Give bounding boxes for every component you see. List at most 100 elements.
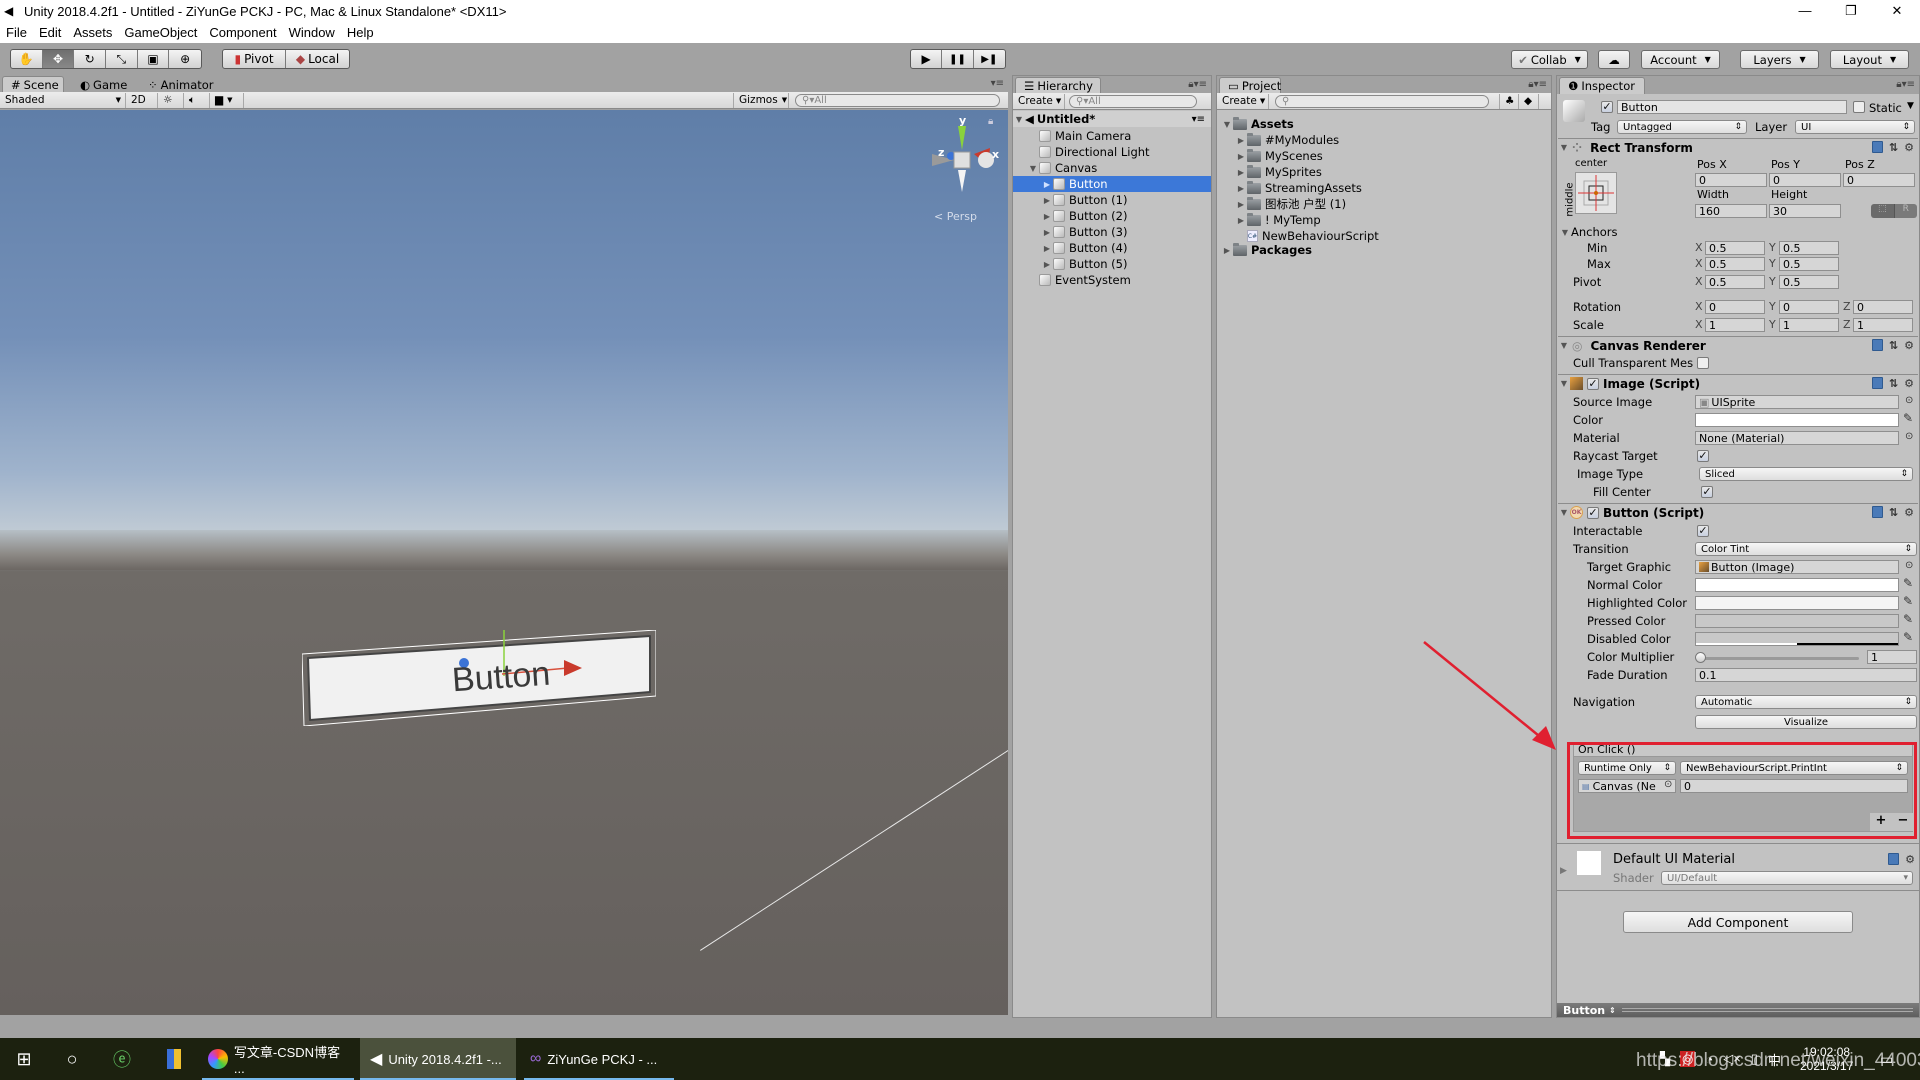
pivot-x-input[interactable]: 0.5 bbox=[1705, 275, 1765, 289]
image-header[interactable]: ▼ ✓ Image (Script) ⇅ ⚙ bbox=[1558, 374, 1918, 392]
hierarchy-search-input[interactable]: ⚲▾ All bbox=[1069, 94, 1197, 108]
pos-z-input[interactable]: 0 bbox=[1843, 173, 1915, 187]
tab-game[interactable]: ◐ Game bbox=[72, 76, 138, 93]
scene-root-row[interactable]: ▼ ◀ Untitled* ▾≡ bbox=[1013, 111, 1211, 127]
preset-icon[interactable]: ⇅ bbox=[1889, 141, 1898, 154]
interactable-checkbox[interactable]: ✓ bbox=[1697, 525, 1709, 537]
scene-viewport[interactable]: y x z 🔒︎ < Persp Button bbox=[0, 110, 1008, 1015]
expand-arrow-icon[interactable]: ▶ bbox=[1235, 152, 1247, 161]
hierarchy-item[interactable]: Directional Light bbox=[1013, 144, 1211, 160]
gear-icon[interactable]: ⚙ bbox=[1905, 853, 1915, 866]
material-field[interactable]: None (Material) bbox=[1695, 431, 1899, 445]
project-create-button[interactable]: Create ▼ bbox=[1217, 93, 1269, 109]
menu-assets[interactable]: Assets bbox=[73, 25, 112, 40]
collapse-arrow-icon[interactable]: ▼ bbox=[1558, 341, 1570, 350]
packages-row[interactable]: ▶ Packages bbox=[1221, 242, 1312, 258]
hierarchy-item[interactable]: ▶ Button (3) bbox=[1013, 224, 1211, 240]
visualize-button[interactable]: Visualize bbox=[1695, 715, 1917, 729]
project-item[interactable]: ▶ ! MyTemp bbox=[1235, 212, 1321, 228]
move-tool-button[interactable]: ✥ bbox=[42, 50, 75, 68]
menu-help[interactable]: Help bbox=[347, 25, 374, 40]
collapse-arrow-icon[interactable]: ▼ bbox=[1558, 508, 1570, 517]
target-graphic-field[interactable]: Button (Image) bbox=[1695, 560, 1899, 574]
eyedropper-icon[interactable]: ✎ bbox=[1903, 411, 1913, 425]
panel-menu-icon[interactable]: ▾≡ bbox=[991, 78, 1004, 89]
project-item[interactable]: ▶ MySprites bbox=[1235, 164, 1322, 180]
menu-gameobject[interactable]: GameObject bbox=[124, 25, 197, 40]
scene-search-input[interactable]: ⚲▾ All bbox=[795, 93, 1000, 107]
shading-mode-dropdown[interactable]: Shaded ▼ bbox=[0, 92, 126, 108]
tag-dropdown[interactable]: Untagged ⇕ bbox=[1617, 120, 1747, 134]
project-item[interactable]: ▶ 图标池 户型 (1) bbox=[1235, 196, 1346, 212]
project-search-input[interactable]: ⚲ bbox=[1275, 94, 1489, 108]
width-input[interactable]: 160 bbox=[1695, 204, 1767, 218]
expand-arrow-icon[interactable]: ▶ bbox=[1041, 196, 1053, 205]
pos-y-input[interactable]: 0 bbox=[1769, 173, 1841, 187]
project-item[interactable]: ▶ StreamingAssets bbox=[1235, 180, 1362, 196]
taskbar-item-vs[interactable]: ∞ ZiYunGe PCKJ - ... bbox=[524, 1038, 674, 1080]
eyedropper-icon[interactable]: ✎ bbox=[1903, 612, 1913, 626]
lock-menu-icon[interactable]: 🔒︎▾≡ bbox=[1528, 79, 1547, 90]
expand-arrow-icon[interactable]: ▶ bbox=[1041, 180, 1053, 189]
pressed-color-field[interactable] bbox=[1695, 614, 1899, 628]
raw-edit-button[interactable]: R bbox=[1893, 204, 1917, 218]
highlighted-color-field[interactable] bbox=[1695, 596, 1899, 610]
persp-label[interactable]: < Persp bbox=[934, 210, 977, 223]
image-type-dropdown[interactable]: Sliced ⇕ bbox=[1699, 467, 1913, 481]
gear-icon[interactable]: ⚙ bbox=[1904, 506, 1914, 519]
blueprint-mode-button[interactable]: ⬚ bbox=[1871, 204, 1894, 218]
expand-arrow-icon[interactable]: ▼ bbox=[1221, 120, 1233, 129]
taskbar-item-browser[interactable]: 写文章-CSDN博客 ... bbox=[202, 1038, 354, 1080]
lock-menu-icon[interactable]: 🔒︎▾≡ bbox=[1896, 79, 1915, 90]
assets-root-row[interactable]: ▼ Assets bbox=[1221, 116, 1294, 132]
scene-menu-icon[interactable]: ▾≡ bbox=[1192, 114, 1205, 125]
account-button[interactable]: Account ▼ bbox=[1641, 50, 1720, 69]
hand-tool-button[interactable]: ✋ bbox=[11, 50, 43, 68]
source-image-field[interactable]: ▣ UISprite bbox=[1695, 395, 1899, 409]
object-picker-icon[interactable]: ⊙ bbox=[1905, 431, 1913, 442]
rotation-x-input[interactable]: 0 bbox=[1705, 300, 1765, 314]
collapse-arrow-icon[interactable]: ▼ bbox=[1558, 379, 1570, 388]
tab-scene[interactable]: # Scene bbox=[2, 76, 64, 93]
transform-tool-button[interactable]: ⊕ bbox=[169, 50, 201, 68]
project-item[interactable]: ▶ #MyModules bbox=[1235, 132, 1339, 148]
eyedropper-icon[interactable]: ✎ bbox=[1903, 630, 1913, 644]
button-script-header[interactable]: ▼ OK ✓ Button (Script) ⇅ ⚙ bbox=[1558, 503, 1918, 521]
cloud-button[interactable]: ☁ bbox=[1598, 50, 1630, 69]
minimize-button[interactable]: — bbox=[1782, 0, 1828, 22]
hierarchy-item[interactable]: Main Camera bbox=[1013, 128, 1211, 144]
hierarchy-item[interactable]: ▶ Button (5) bbox=[1013, 256, 1211, 272]
normal-color-field[interactable] bbox=[1695, 578, 1899, 592]
search-button[interactable]: ○ bbox=[56, 1038, 88, 1080]
audio-toggle[interactable]: 🔈︎ bbox=[184, 92, 210, 108]
preset-icon[interactable]: ⇅ bbox=[1889, 339, 1898, 352]
expand-arrow-icon[interactable]: ▶ bbox=[1221, 246, 1233, 255]
preview-drag-handle[interactable] bbox=[1621, 1008, 1913, 1012]
2d-toggle[interactable]: 2D bbox=[126, 92, 158, 108]
pivot-button[interactable]: ▮ Pivot bbox=[223, 50, 287, 68]
static-dropdown-icon[interactable]: ▼ bbox=[1907, 101, 1914, 111]
tab-inspector[interactable]: ❶ Inspector bbox=[1559, 77, 1645, 94]
lock-menu-icon[interactable]: 🔒︎▾≡ bbox=[1188, 79, 1207, 90]
hierarchy-item[interactable]: ▶ Button (4) bbox=[1013, 240, 1211, 256]
orientation-gizmo[interactable]: y x z 🔒︎ < Persp bbox=[924, 114, 1004, 228]
static-checkbox[interactable] bbox=[1853, 101, 1865, 113]
disabled-color-field[interactable] bbox=[1695, 632, 1899, 646]
pause-button[interactable]: ❚❚ bbox=[942, 50, 974, 68]
gear-icon[interactable]: ⚙ bbox=[1904, 339, 1914, 352]
pos-x-input[interactable]: 0 bbox=[1695, 173, 1767, 187]
gear-icon[interactable]: ⚙ bbox=[1904, 377, 1914, 390]
filter-type-button[interactable]: ♣ bbox=[1499, 93, 1519, 109]
navigation-dropdown[interactable]: Automatic ⇕ bbox=[1695, 695, 1917, 709]
help-icon[interactable] bbox=[1888, 853, 1900, 865]
expand-arrow-icon[interactable]: ▼ bbox=[1013, 115, 1025, 124]
close-button[interactable]: ✕ bbox=[1874, 0, 1920, 22]
help-icon[interactable] bbox=[1871, 141, 1883, 153]
gear-icon[interactable]: ⚙ bbox=[1904, 141, 1914, 154]
lighting-toggle[interactable]: ☼ bbox=[158, 92, 184, 108]
eyedropper-icon[interactable]: ✎ bbox=[1903, 594, 1913, 608]
anchor-preset-button[interactable] bbox=[1575, 172, 1617, 214]
tab-project[interactable]: ▭ Project bbox=[1219, 77, 1281, 94]
expand-arrow-icon[interactable]: ▼ bbox=[1027, 164, 1039, 173]
scale-tool-button[interactable]: ⤡ bbox=[106, 50, 138, 68]
